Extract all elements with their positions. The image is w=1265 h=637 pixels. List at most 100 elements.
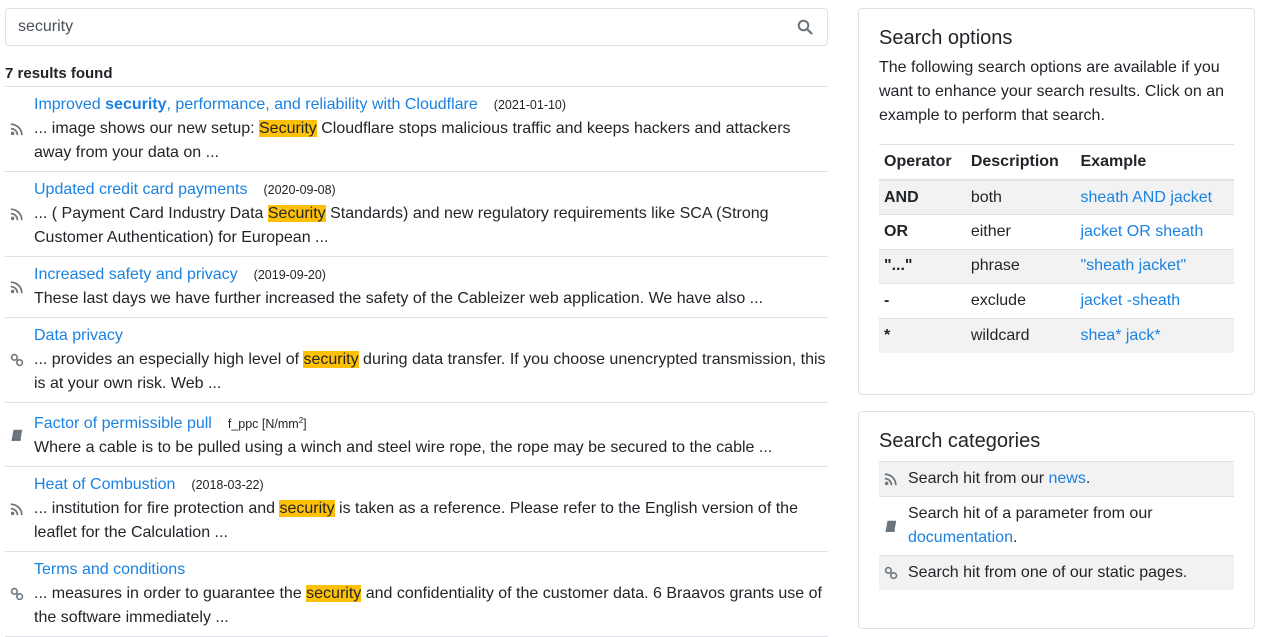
category-icon [884,472,898,486]
operator-cell: AND [879,179,966,215]
option-row: * wildcard shea* jack* [879,317,1234,353]
option-row: AND both sheath AND jacket [879,179,1234,215]
result-meta: (2019-09-20) [253,268,326,282]
category-text: Search hit from our news. [908,470,1091,487]
example-link[interactable]: jacket OR sheath [1081,223,1204,240]
category-item: Search hit of a parameter from our docum… [879,497,1234,556]
rss-icon [10,502,24,516]
option-row: - exclude jacket -sheath [879,283,1234,318]
category-link[interactable]: news [1049,470,1086,487]
result-title-link[interactable]: Improved security, performance, and reli… [34,96,478,113]
result-meta: (2020-09-08) [263,183,336,197]
example-cell: sheath AND jacket [1075,179,1234,215]
column-header-example: Example [1075,144,1234,181]
search-highlight: security [303,351,359,368]
example-cell: "sheath jacket" [1075,248,1234,284]
category-item: Search hit from our news. [879,462,1234,497]
result-type-icon [10,502,24,516]
category-item: Search hit from one of our static pages. [879,556,1234,590]
rss-icon [10,280,24,294]
result-snippet: Where a cable is to be pulled using a wi… [34,439,773,457]
category-icon [884,519,898,533]
result-meta: f_ppc [N/mm2] [227,416,307,432]
search-options-title: Search options [879,27,1013,49]
book-icon [10,428,24,442]
operator-cell: - [879,283,966,318]
example-link[interactable]: sheath AND jacket [1081,189,1213,206]
result-title-link[interactable]: Data privacy [34,327,123,344]
result-item: Updated credit card payments (2020-09-08)… [5,172,828,257]
search-icon [797,19,813,35]
description-cell: wildcard [965,317,1076,353]
categories-list: Search hit from our news. Search hit of a… [879,461,1234,590]
result-title-link[interactable]: Heat of Combustion [34,476,175,493]
link-icon [10,353,24,367]
result-item: Factor of permissible pull f_ppc [N/mm2] W… [5,403,828,468]
results-list: Improved security, performance, and reli… [5,87,828,637]
example-cell: shea* jack* [1075,317,1234,353]
category-text: Search hit from one of our static pages. [908,564,1188,581]
search-highlight: security [306,585,362,603]
example-link[interactable]: shea* jack* [1081,327,1161,344]
rss-icon [10,207,24,221]
result-item: Terms and conditions ... measures in orde… [5,552,828,637]
operator-cell: OR [879,214,966,249]
search-categories-title: Search categories [879,430,1041,452]
result-type-icon [10,587,24,601]
search-highlight: Security [259,120,317,137]
rss-icon [884,472,898,486]
link-icon [10,587,24,601]
result-item: Increased safety and privacy (2019-09-20)… [5,257,828,318]
result-snippet: ... institution for fire protection and … [34,500,798,542]
category-link[interactable]: documentation [908,529,1013,546]
result-item: Heat of Combustion (2018-03-22) ... instit… [5,467,828,553]
result-snippet: ... image shows our new setup: Security … [34,120,791,161]
option-row: "..." phrase "sheath jacket" [879,248,1234,284]
results-panel: 7 results found Improved security, perfo… [5,8,828,637]
example-link[interactable]: jacket -sheath [1081,292,1181,309]
example-cell: jacket OR sheath [1075,214,1234,249]
option-row: OR either jacket OR sheath [879,214,1234,249]
book-icon [884,519,898,533]
description-cell: phrase [965,248,1076,284]
result-meta: (2021-01-10) [493,98,567,112]
link-icon [884,566,898,580]
result-snippet: ... provides an especially high level of… [34,351,826,392]
example-link[interactable]: "sheath jacket" [1081,257,1187,274]
result-item: Improved security, performance, and reli… [5,87,828,172]
example-cell: jacket -sheath [1075,283,1234,318]
result-title-link[interactable]: Increased safety and privacy [34,266,238,283]
search-highlight: security [279,500,335,518]
result-title-link[interactable]: Updated credit card payments [34,181,247,198]
category-text: Search hit of a parameter from our docum… [908,505,1153,546]
rss-icon [10,122,24,136]
result-type-icon [10,207,24,221]
operator-cell: * [879,317,966,353]
column-header-operator: Operator [879,144,966,181]
search-options-table: Operator Description Example AND both shea… [879,144,1234,353]
result-type-icon [10,122,24,136]
result-type-icon [10,428,24,442]
result-type-icon [10,353,24,367]
description-cell: both [965,179,1076,215]
result-item: Data privacy ... provides an especially h… [5,318,828,403]
search-options-intro: The following search options are availab… [879,59,1225,124]
result-title-link[interactable]: Terms and conditions [34,561,185,578]
result-type-icon [10,280,24,294]
result-meta: (2018-03-22) [191,478,264,493]
results-count: 7 results found [5,65,828,87]
search-bar [5,8,828,46]
column-header-description: Description [965,144,1076,181]
operator-cell: "..." [879,248,966,284]
description-cell: exclude [965,283,1076,318]
search-input[interactable] [18,18,795,36]
category-icon [884,566,898,580]
search-button[interactable] [795,17,815,37]
search-highlight: Security [267,205,326,222]
result-snippet: ... ( Payment Card Industry Data Securit… [34,205,769,246]
description-cell: either [965,214,1076,249]
search-options-card: Search options The following search opti… [858,8,1255,395]
result-snippet: These last days we have further increase… [34,290,763,307]
result-title-link[interactable]: Factor of permissible pull [34,415,212,432]
search-categories-card: Search categories Search hit from our ne… [858,411,1255,629]
